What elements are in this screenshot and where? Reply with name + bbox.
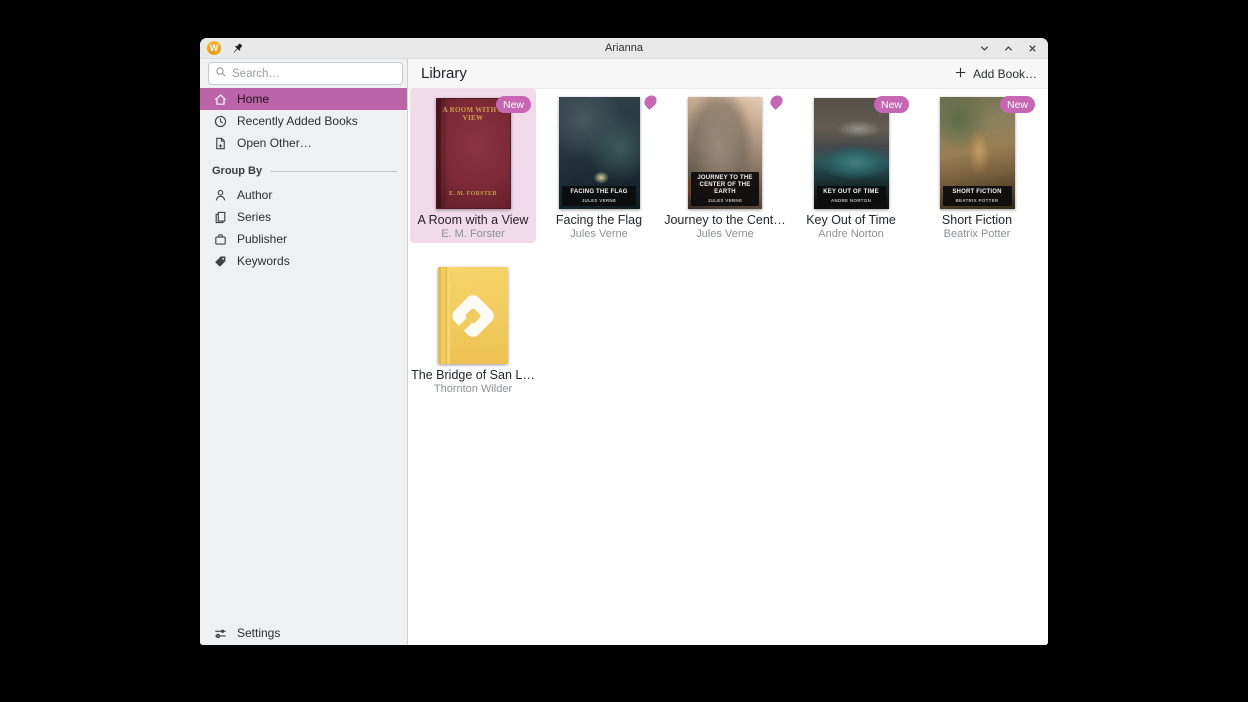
book-cover: KEY OUT OF TIME ANDRE NORTON	[814, 98, 889, 209]
book-cover: A ROOM WITH A VIEWE. M. FORSTER	[436, 98, 511, 209]
arianna-window: W Arianna	[200, 38, 1048, 645]
sidebar-item-settings[interactable]: Settings	[200, 622, 407, 644]
epub-logo-icon	[449, 291, 497, 339]
sidebar-item-author[interactable]: Author	[200, 184, 407, 206]
home-icon	[212, 91, 228, 107]
cover-author-text: JULES VERNE	[582, 198, 617, 203]
cover-band: FACING THE FLAG JULES VERNE	[562, 186, 637, 206]
sidebar-item-series[interactable]: Series	[200, 206, 407, 228]
sidebar-item-label: Settings	[237, 626, 280, 640]
sidebar-item-open-other[interactable]: Open Other…	[200, 132, 407, 154]
sidebar-item-recently-added[interactable]: Recently Added Books	[200, 110, 407, 132]
search-input[interactable]	[232, 68, 402, 80]
cover-wrap: FACING THE FLAG JULES VERNE	[536, 88, 662, 209]
titlebar[interactable]: W Arianna	[200, 38, 1048, 59]
book-card[interactable]: KEY OUT OF TIME ANDRE NORTON New Key Out of…	[788, 88, 914, 243]
cover-author-text: JULES VERNE	[708, 198, 743, 203]
sidebar-item-label: Author	[237, 188, 272, 202]
sidebar: Home Recently Added Books Open Other…	[200, 59, 408, 645]
pin-icon[interactable]	[231, 42, 244, 55]
book-cover: FACING THE FLAG JULES VERNE	[559, 97, 640, 209]
book-author: Jules Verne	[662, 228, 788, 240]
book-author: Beatrix Potter	[914, 228, 1040, 240]
search-box[interactable]	[208, 62, 403, 85]
minimize-icon[interactable]	[978, 42, 991, 55]
cover-title-text: KEY OUT OF TIME	[823, 189, 879, 196]
cover-author-text: ANDRE NORTON	[831, 198, 871, 203]
briefcase-icon	[212, 231, 228, 247]
sidebar-item-home[interactable]: Home	[200, 88, 407, 110]
clock-icon	[212, 113, 228, 129]
sidebar-item-label: Series	[237, 210, 271, 224]
book-title: Short Fiction	[914, 213, 1040, 227]
book-cover: SHORT FICTION BEATRIX POTTER	[940, 97, 1015, 209]
book-author: Andre Norton	[788, 228, 914, 240]
app-icon: W	[207, 41, 221, 55]
divider	[270, 171, 397, 172]
cover-title-text: SHORT FICTION	[952, 189, 1001, 196]
book-title: The Bridge of San L…	[410, 368, 536, 382]
new-badge: New	[1000, 96, 1035, 113]
sidebar-item-label: Home	[237, 92, 269, 106]
person-icon	[212, 187, 228, 203]
book-card[interactable]: JOURNEY TO THE CENTER OF THE EARTH JULES …	[662, 88, 788, 243]
sidebar-item-keywords[interactable]: Keywords	[200, 250, 407, 272]
cover-band: KEY OUT OF TIME ANDRE NORTON	[817, 186, 886, 206]
sidebar-item-label: Publisher	[237, 232, 287, 246]
book-grid: A ROOM WITH A VIEWE. M. FORSTERNewA Room…	[410, 88, 1042, 398]
close-icon[interactable]	[1026, 42, 1039, 55]
book-author: Jules Verne	[536, 228, 662, 240]
sidebar-item-publisher[interactable]: Publisher	[200, 228, 407, 250]
cover-title-text: FACING THE FLAG	[570, 189, 627, 196]
plus-icon	[954, 66, 967, 82]
book-card[interactable]: SHORT FICTION BEATRIX POTTER New Short Fict…	[914, 88, 1040, 243]
tag-icon	[212, 253, 228, 269]
cover-author-text: E. M. FORSTER	[437, 191, 510, 197]
window-title: Arianna	[200, 42, 1048, 54]
cover-band: SHORT FICTION BEATRIX POTTER	[943, 186, 1012, 206]
add-book-label: Add Book…	[973, 67, 1037, 81]
sliders-icon	[212, 625, 228, 641]
book-title: A Room with a View	[410, 213, 536, 227]
cover-wrap: JOURNEY TO THE CENTER OF THE EARTH JULES …	[662, 88, 788, 209]
cover-title-text: JOURNEY TO THE CENTER OF THE EARTH	[692, 175, 758, 196]
cover-band: JOURNEY TO THE CENTER OF THE EARTH JULES …	[691, 172, 759, 206]
book-title: Key Out of Time	[788, 213, 914, 227]
book-card[interactable]: FACING THE FLAG JULES VERNE Facing the Fla…	[536, 88, 662, 243]
book-author: Thornton Wilder	[410, 383, 536, 395]
book-card[interactable]: A ROOM WITH A VIEWE. M. FORSTERNew A Room…	[410, 88, 536, 243]
book-card[interactable]: The Bridge of San L…Thornton Wilder	[410, 243, 536, 398]
toolbar: Library Add Book…	[408, 59, 1048, 89]
maximize-icon[interactable]	[1002, 42, 1015, 55]
search-icon	[215, 65, 227, 83]
library-view: Library Add Book… A ROOM WITH A VIEWE. M…	[408, 59, 1048, 645]
document-icon	[212, 135, 228, 151]
add-book-button[interactable]: Add Book…	[954, 66, 1037, 82]
cover-author-text: BEATRIX POTTER	[955, 198, 998, 203]
book-title: Facing the Flag	[536, 213, 662, 227]
new-badge: New	[874, 96, 909, 113]
new-badge: New	[496, 96, 531, 113]
sidebar-item-label: Keywords	[237, 254, 290, 268]
group-by-header: Group By	[200, 163, 407, 179]
sidebar-item-label: Recently Added Books	[237, 114, 358, 128]
page-title: Library	[421, 65, 467, 82]
book-cover: JOURNEY TO THE CENTER OF THE EARTH JULES …	[688, 97, 762, 209]
book-cover	[438, 267, 508, 364]
cover-wrap	[410, 243, 536, 364]
copies-icon	[212, 209, 228, 225]
book-title: Journey to the Cent…	[662, 213, 788, 227]
sidebar-item-label: Open Other…	[237, 136, 312, 150]
desktop-background: W Arianna	[0, 0, 1248, 702]
book-author: E. M. Forster	[410, 228, 536, 240]
